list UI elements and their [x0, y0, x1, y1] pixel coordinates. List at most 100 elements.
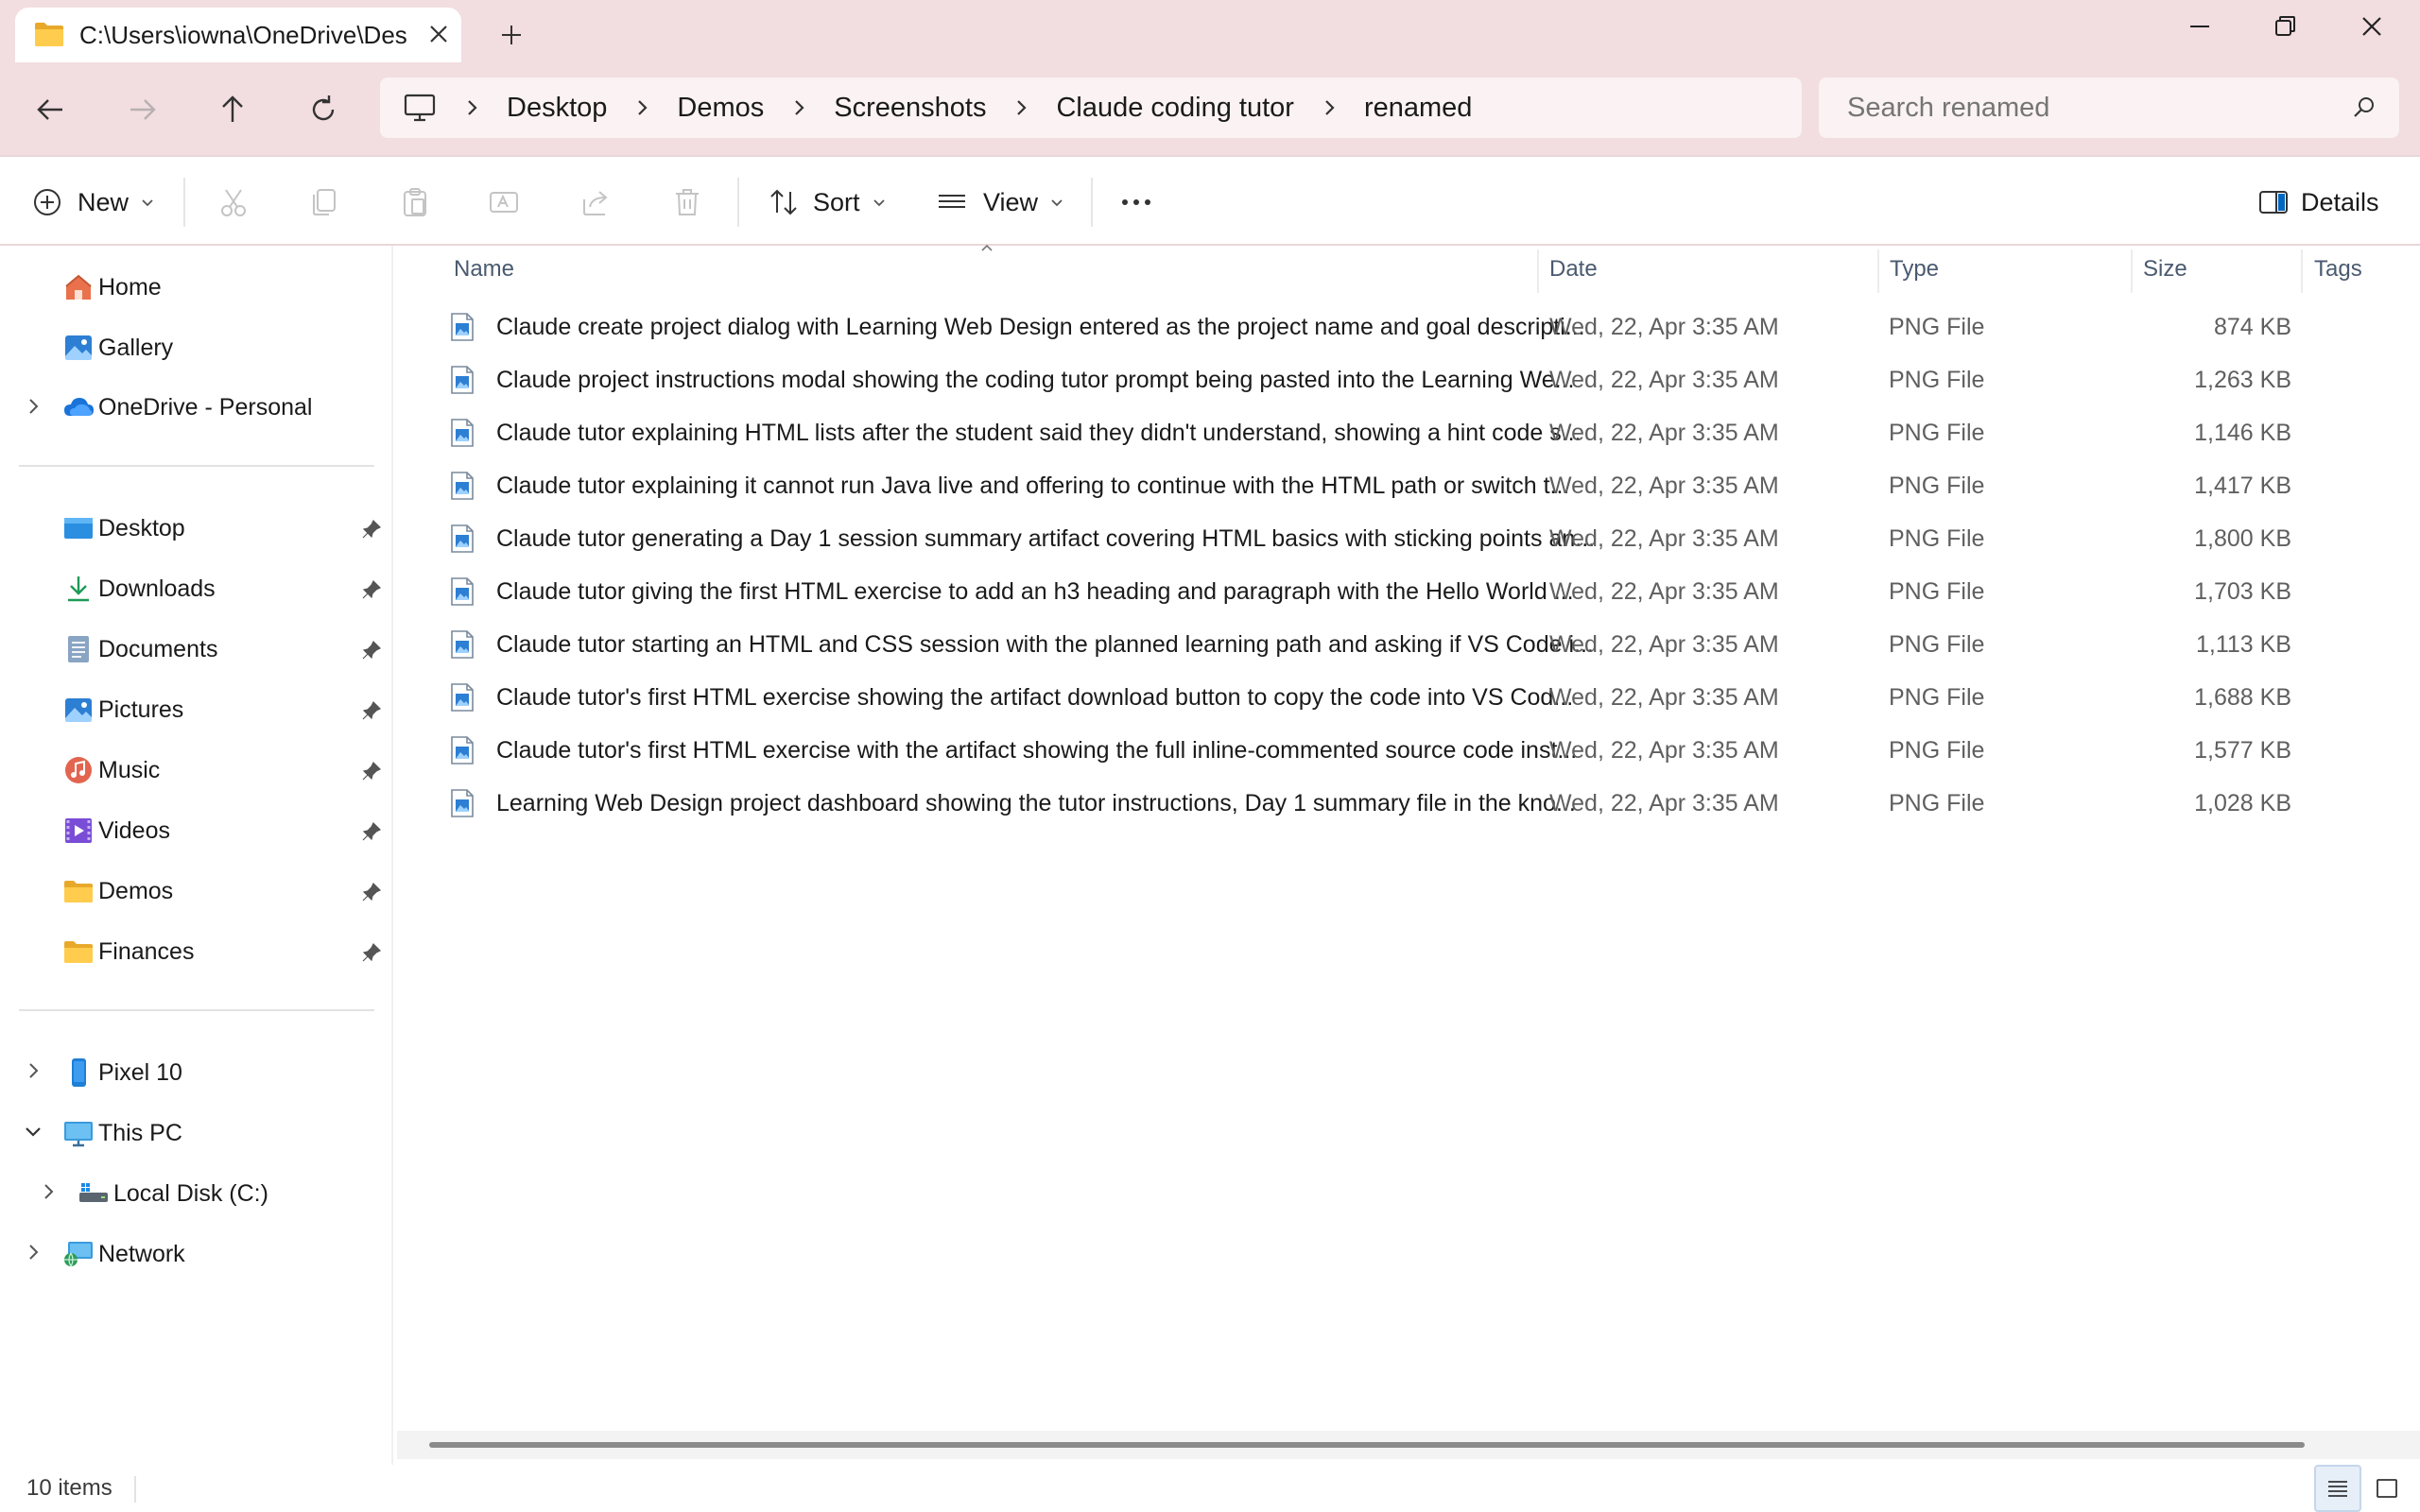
- chevron-right-icon[interactable]: [38, 1181, 59, 1202]
- sidebar-item-onedrive[interactable]: OneDrive - Personal: [62, 383, 312, 432]
- more-options-button[interactable]: [1117, 157, 1155, 248]
- status-divider: [134, 1476, 136, 1503]
- file-row[interactable]: Claude tutor explaining it cannot run Ja…: [424, 460, 2409, 511]
- file-row[interactable]: Claude project instructions modal showin…: [424, 354, 2409, 405]
- pin-icon[interactable]: [361, 700, 382, 721]
- up-arrow-icon[interactable]: [212, 89, 253, 130]
- share-button[interactable]: [580, 157, 613, 248]
- sort-button[interactable]: Sort: [768, 157, 887, 248]
- column-divider[interactable]: [2301, 249, 2303, 293]
- file-row[interactable]: Claude tutor explaining HTML lists after…: [424, 407, 2409, 458]
- copy-button[interactable]: [308, 157, 340, 248]
- file-date: Wed, 22, Apr 3:35 AM: [1549, 314, 1779, 340]
- view-button[interactable]: View: [936, 157, 1064, 248]
- file-row[interactable]: Claude create project dialog with Learni…: [424, 301, 2409, 352]
- chevron-right-icon[interactable]: [461, 97, 482, 118]
- chevron-right-icon[interactable]: [788, 97, 809, 118]
- chevron-right-icon[interactable]: [23, 1060, 43, 1081]
- chevron-down-icon[interactable]: [23, 1121, 43, 1142]
- sidebar-item-local-disk[interactable]: Local Disk (C:): [78, 1169, 268, 1218]
- breadcrumb[interactable]: Desktop Demos Screenshots Claude coding …: [380, 77, 1802, 138]
- column-header-size[interactable]: Size: [2143, 246, 2187, 293]
- pin-icon[interactable]: [361, 821, 382, 842]
- column-header-type[interactable]: Type: [1890, 246, 1939, 293]
- computer-icon[interactable]: [403, 93, 437, 123]
- chevron-right-icon[interactable]: [631, 97, 652, 118]
- search-icon[interactable]: [2352, 94, 2377, 119]
- breadcrumb-demos[interactable]: Demos: [677, 93, 764, 124]
- close-tab-icon[interactable]: [425, 21, 452, 47]
- breadcrumb-screenshots[interactable]: Screenshots: [834, 93, 986, 124]
- sidebar-item-home[interactable]: Home: [62, 263, 162, 312]
- details-label: Details: [2301, 187, 2379, 216]
- sidebar-item-network[interactable]: Network: [62, 1229, 185, 1279]
- restore-icon[interactable]: [2263, 9, 2307, 43]
- share-icon: [583, 191, 608, 215]
- rename-button[interactable]: [488, 157, 520, 248]
- folder-icon: [64, 941, 93, 963]
- file-row[interactable]: Claude tutor's first HTML exercise with …: [424, 725, 2409, 776]
- sidebar-item-desktop[interactable]: Desktop: [62, 504, 185, 553]
- chevron-right-icon[interactable]: [1319, 97, 1340, 118]
- pin-icon[interactable]: [361, 882, 382, 902]
- tiles-view-button[interactable]: [2363, 1465, 2411, 1512]
- pin-icon[interactable]: [361, 519, 382, 540]
- sidebar-item-videos[interactable]: Videos: [62, 806, 170, 855]
- explorer-tab[interactable]: C:\Users\iowna\OneDrive\Desktop\Demos\Sc…: [15, 8, 461, 62]
- column-header-name[interactable]: Name: [454, 246, 514, 293]
- toolbar-divider: [1091, 178, 1093, 227]
- chevron-right-icon[interactable]: [23, 396, 43, 417]
- cut-button[interactable]: [217, 157, 250, 248]
- sidebar-item-finances[interactable]: Finances: [62, 927, 194, 976]
- file-row[interactable]: Learning Web Design project dashboard sh…: [424, 778, 2409, 829]
- file-row[interactable]: Claude tutor starting an HTML and CSS se…: [424, 619, 2409, 670]
- sidebar-item-documents[interactable]: Documents: [62, 625, 217, 674]
- file-date: Wed, 22, Apr 3:35 AM: [1549, 737, 1779, 764]
- paste-button[interactable]: [399, 157, 431, 248]
- forward-arrow-icon[interactable]: [121, 89, 163, 130]
- column-divider[interactable]: [1537, 249, 1539, 293]
- refresh-icon[interactable]: [302, 89, 344, 130]
- pin-icon[interactable]: [361, 579, 382, 600]
- breadcrumb-renamed[interactable]: renamed: [1364, 93, 1472, 124]
- new-tab-icon[interactable]: [495, 19, 527, 51]
- home-icon: [65, 274, 92, 300]
- pin-icon[interactable]: [361, 640, 382, 661]
- minimize-icon[interactable]: [2178, 9, 2221, 43]
- sidebar-item-demos[interactable]: Demos: [62, 867, 173, 916]
- column-header-tags[interactable]: Tags: [2314, 246, 2362, 293]
- search-input[interactable]: [1847, 91, 2320, 125]
- column-header-date[interactable]: Date: [1549, 246, 1598, 293]
- pin-icon[interactable]: [361, 761, 382, 782]
- status-bar: 10 items: [0, 1465, 2420, 1512]
- file-type: PNG File: [1889, 525, 1985, 552]
- details-button[interactable]: Details: [2257, 157, 2379, 248]
- sidebar-item-downloads[interactable]: Downloads: [62, 564, 216, 613]
- column-divider[interactable]: [2131, 249, 2133, 293]
- breadcrumb-claude-coding-tutor[interactable]: Claude coding tutor: [1056, 93, 1294, 124]
- back-arrow-icon[interactable]: [30, 89, 72, 130]
- toolbar-divider: [737, 178, 739, 227]
- column-divider[interactable]: [1877, 249, 1879, 293]
- folder-icon: [64, 881, 93, 902]
- sidebar-item-music[interactable]: Music: [62, 746, 160, 795]
- horizontal-scrollbar-thumb[interactable]: [429, 1442, 2305, 1448]
- sidebar-item-gallery[interactable]: Gallery: [62, 323, 173, 372]
- sidebar-item-pixel-10[interactable]: Pixel 10: [62, 1048, 182, 1097]
- chevron-right-icon[interactable]: [1011, 97, 1031, 118]
- rename-icon: [490, 192, 518, 213]
- sidebar-item-this-pc[interactable]: This PC: [62, 1108, 182, 1158]
- delete-button[interactable]: [671, 157, 703, 248]
- new-button[interactable]: New: [32, 157, 155, 248]
- file-row[interactable]: Claude tutor's first HTML exercise showi…: [424, 672, 2409, 723]
- search-box[interactable]: [1819, 77, 2399, 138]
- details-view-button[interactable]: [2314, 1465, 2361, 1512]
- chevron-right-icon[interactable]: [23, 1242, 43, 1263]
- pin-icon[interactable]: [361, 942, 382, 963]
- file-row[interactable]: Claude tutor giving the first HTML exerc…: [424, 566, 2409, 617]
- breadcrumb-desktop[interactable]: Desktop: [507, 93, 607, 124]
- sidebar-item-pictures[interactable]: Pictures: [62, 685, 183, 734]
- scissors-icon: [221, 189, 246, 216]
- file-row[interactable]: Claude tutor generating a Day 1 session …: [424, 513, 2409, 564]
- close-window-icon[interactable]: [2350, 9, 2394, 43]
